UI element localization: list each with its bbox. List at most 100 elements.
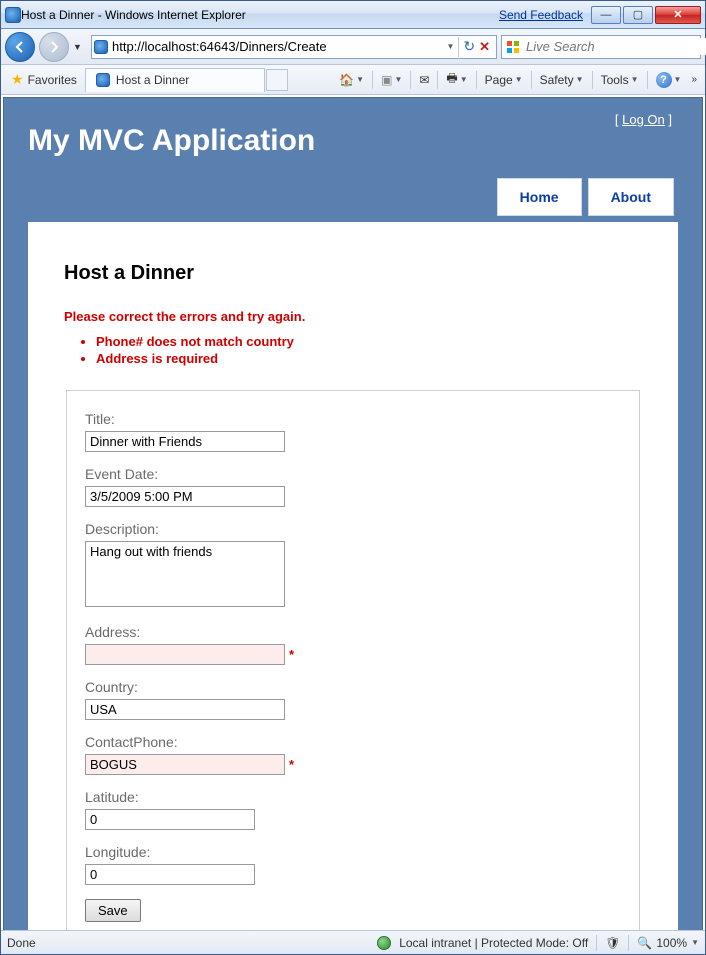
send-feedback-link[interactable]: Send Feedback: [499, 8, 583, 22]
tab-favicon: [96, 73, 110, 87]
error-asterisk: *: [289, 757, 294, 772]
nav-history-dropdown[interactable]: ▼: [73, 42, 87, 52]
search-provider-icon: [506, 39, 520, 55]
logon-link[interactable]: Log On: [622, 112, 665, 127]
zoom-value: 100%: [656, 936, 687, 950]
home-icon: 🏠: [339, 73, 354, 87]
contact-phone-input[interactable]: [85, 754, 285, 775]
zoom-icon: 🔍: [637, 936, 652, 950]
browser-tab[interactable]: Host a Dinner: [85, 68, 265, 92]
home-button[interactable]: 🏠▼: [335, 71, 368, 89]
separator: [628, 935, 629, 951]
longitude-label: Longitude:: [85, 844, 621, 860]
latitude-label: Latitude:: [85, 789, 621, 805]
page-heading: Host a Dinner: [64, 262, 642, 285]
tools-menu-label: Tools: [601, 73, 629, 87]
separator: [410, 71, 411, 89]
rss-icon: ▣: [381, 73, 392, 87]
address-bar: ▼ ↻ ✕: [91, 35, 497, 59]
description-label: Description:: [85, 521, 621, 537]
toolbar-chevron[interactable]: »: [687, 72, 701, 87]
read-mail-button[interactable]: ✉: [415, 71, 433, 89]
field-title: Title:: [85, 411, 621, 452]
star-icon: ★: [11, 71, 24, 88]
field-contact-phone: ContactPhone: *: [85, 734, 621, 775]
logon-area: [ Log On ]: [615, 112, 672, 127]
window-title: Host a Dinner - Windows Internet Explore…: [21, 8, 246, 22]
field-country: Country:: [85, 679, 621, 720]
page-menu[interactable]: Page▼: [481, 71, 527, 89]
separator: [437, 71, 438, 89]
url-dropdown-icon[interactable]: ▼: [446, 42, 454, 51]
viewport: [ Log On ] My MVC Application Home About…: [1, 95, 705, 930]
title-label: Title:: [85, 411, 621, 427]
status-bar: Done Local intranet | Protected Mode: Of…: [1, 930, 705, 954]
maximize-button[interactable]: ▢: [623, 6, 653, 24]
search-box: 🔍: [501, 35, 701, 59]
validation-summary: Please correct the errors and try again.: [64, 309, 642, 324]
address-label: Address:: [85, 624, 621, 640]
arrow-right-icon: [47, 40, 61, 54]
longitude-input[interactable]: [85, 864, 255, 885]
forward-button[interactable]: [39, 32, 69, 62]
tools-menu[interactable]: Tools▼: [597, 71, 643, 89]
back-button[interactable]: [5, 32, 35, 62]
browser-window: Host a Dinner - Windows Internet Explore…: [0, 0, 706, 955]
latitude-input[interactable]: [85, 809, 255, 830]
ie-icon: [5, 7, 21, 23]
new-tab-button[interactable]: [266, 69, 288, 91]
print-icon: 🖶: [446, 69, 457, 90]
chevron-right-icon: »: [691, 74, 697, 85]
search-input[interactable]: [524, 38, 706, 55]
mail-icon: ✉: [419, 73, 429, 87]
error-asterisk: *: [289, 647, 294, 662]
field-longitude: Longitude:: [85, 844, 621, 885]
contact-phone-label: ContactPhone:: [85, 734, 621, 750]
validation-error-item: Address is required: [96, 351, 642, 366]
country-input[interactable]: [85, 699, 285, 720]
zone-icon: [377, 936, 391, 950]
validation-error-item: Phone# does not match country: [96, 334, 642, 349]
separator: [592, 71, 593, 89]
nav-bar: ▼ ▼ ↻ ✕ 🔍: [1, 29, 705, 65]
protected-mode-icon: 🛡: [605, 936, 620, 950]
help-icon: ?: [656, 72, 672, 88]
separator: [476, 71, 477, 89]
description-input[interactable]: Hang out with friends: [85, 541, 285, 607]
form-fieldset: Title: Event Date: Description: Hang out…: [66, 390, 640, 930]
page-body: [ Log On ] My MVC Application Home About…: [3, 97, 703, 930]
event-date-input[interactable]: [85, 486, 285, 507]
separator: [647, 71, 648, 89]
help-button[interactable]: ?▼: [652, 70, 686, 90]
country-label: Country:: [85, 679, 621, 695]
content-panel: Host a Dinner Please correct the errors …: [28, 222, 678, 930]
url-input[interactable]: [108, 37, 442, 56]
titlebar: Host a Dinner - Windows Internet Explore…: [1, 1, 705, 29]
bracket: ]: [665, 112, 672, 127]
separator: [596, 935, 597, 951]
stop-icon[interactable]: ✕: [479, 39, 490, 55]
zoom-control[interactable]: 🔍 100% ▼: [637, 936, 699, 950]
save-button[interactable]: Save: [85, 899, 141, 922]
nav-home[interactable]: Home: [497, 178, 582, 216]
security-zone: Local intranet | Protected Mode: Off: [399, 936, 588, 950]
refresh-icon[interactable]: ↻: [463, 38, 475, 55]
close-button[interactable]: ✕: [655, 6, 701, 24]
safety-menu[interactable]: Safety▼: [536, 71, 588, 89]
status-text: Done: [7, 936, 36, 950]
feeds-button[interactable]: ▣▼: [377, 71, 406, 89]
separator: [372, 71, 373, 89]
nav-about[interactable]: About: [588, 178, 674, 216]
nav-menu: Home About: [28, 178, 674, 216]
tab-title: Host a Dinner: [116, 73, 189, 87]
page-menu-label: Page: [485, 73, 513, 87]
page-scroll[interactable]: [ Log On ] My MVC Application Home About…: [1, 95, 705, 930]
title-input[interactable]: [85, 431, 285, 452]
print-button[interactable]: 🖶▼: [442, 67, 471, 92]
field-address: Address: *: [85, 624, 621, 665]
minimize-button[interactable]: —: [591, 6, 621, 24]
address-input[interactable]: [85, 644, 285, 665]
app-title: My MVC Application: [28, 98, 678, 178]
favorites-button[interactable]: ★ Favorites: [5, 69, 83, 90]
divider: [458, 37, 459, 57]
